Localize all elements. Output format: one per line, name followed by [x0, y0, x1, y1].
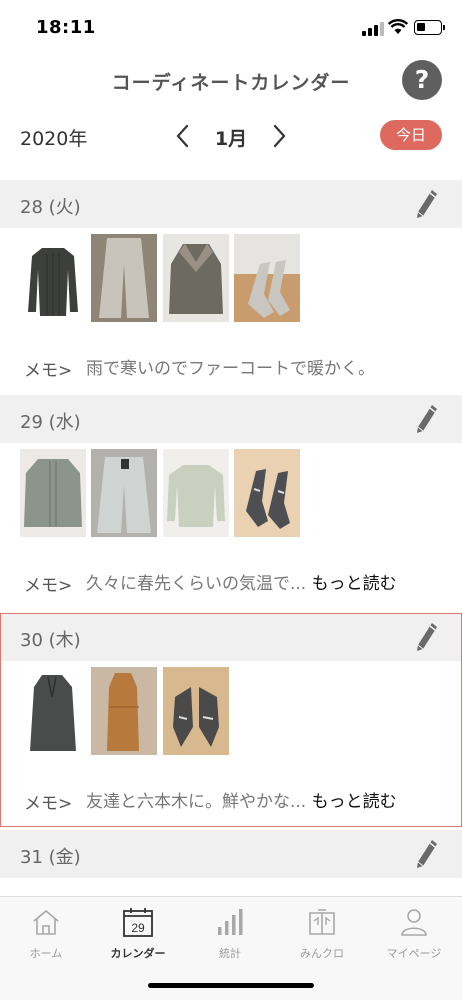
- battery-icon: [414, 20, 445, 35]
- outfit-photo-orange-dress[interactable]: [91, 667, 157, 755]
- home-indicator: [148, 983, 314, 988]
- next-month-button[interactable]: [268, 123, 290, 149]
- help-button[interactable]: ?: [402, 60, 442, 100]
- home-icon: [33, 909, 59, 935]
- outfit-photo-snake-pointed-shoes[interactable]: [163, 667, 229, 755]
- pencil-icon[interactable]: [415, 188, 439, 220]
- outfit-photo-grey-wide-trousers[interactable]: [91, 234, 157, 322]
- memo-text-body: 雨で寒いのでファーコートで暖かく。: [86, 359, 375, 379]
- read-more-link[interactable]: もっと読む: [312, 574, 397, 594]
- status-bar: 18:11: [0, 0, 462, 56]
- tab-stats[interactable]: 統計: [184, 897, 276, 977]
- tab-home[interactable]: ホーム: [0, 897, 92, 977]
- tab-calendar[interactable]: 29 カレンダー: [92, 897, 184, 977]
- memo-text: 友達と六本木に。鮮やかな... もっと読む: [86, 787, 397, 812]
- page-title: コーディネートカレンダー: [111, 72, 351, 94]
- day-header[interactable]: 28 (火): [0, 180, 462, 228]
- bar-chart-icon: [218, 909, 243, 935]
- tab-label: みんクロ: [300, 947, 344, 960]
- memo-text: 雨で寒いのでファーコートで暖かく。: [86, 354, 375, 379]
- day-label: 29 (水): [20, 412, 81, 433]
- memo-label: メモ>: [24, 361, 73, 381]
- closet-icon: [309, 909, 335, 935]
- outfit-photo-long-grey-coat[interactable]: [20, 667, 86, 755]
- memo-label: メモ>: [24, 576, 73, 596]
- calendar-badge: 29: [131, 921, 145, 935]
- pencil-icon[interactable]: [415, 838, 439, 870]
- memo-text: 久々に春先くらいの気温で... もっと読む: [86, 569, 397, 594]
- battery-level: [417, 23, 425, 31]
- memo: メモ> 雨で寒いのでファーコートで暖かく。: [24, 354, 454, 381]
- day-header[interactable]: 31 (金): [0, 830, 462, 878]
- outfit-photo-fur-coat[interactable]: [163, 234, 229, 322]
- day-header[interactable]: 29 (水): [0, 395, 462, 443]
- tab-minkuro[interactable]: みんクロ: [276, 897, 368, 977]
- person-icon: [401, 909, 427, 936]
- day-label: 28 (火): [20, 197, 81, 218]
- read-more-link[interactable]: もっと読む: [312, 792, 397, 812]
- tab-label: マイページ: [386, 947, 442, 960]
- prev-month-button[interactable]: [172, 123, 194, 149]
- calendar-icon: 29: [123, 908, 153, 937]
- outfit-photo-black-ribbed-sweater[interactable]: [20, 234, 86, 322]
- day-label: 30 (木): [20, 630, 81, 651]
- wifi-icon: [388, 19, 408, 34]
- outfit-photo-green-cardigan[interactable]: [20, 449, 86, 537]
- memo-text-body: 友達と六本木に。鮮やかな...: [86, 792, 307, 812]
- tab-label: カレンダー: [110, 947, 166, 960]
- memo: メモ> 友達と六本木に。鮮やかな... もっと読む: [24, 787, 454, 814]
- tab-mypage[interactable]: マイページ: [368, 897, 460, 977]
- month-label: 1月: [214, 128, 248, 150]
- pencil-icon[interactable]: [415, 621, 439, 653]
- memo-text-body: 久々に春先くらいの気温で...: [86, 574, 307, 594]
- outfit-photo-light-wide-pants[interactable]: [91, 449, 157, 537]
- outfit-photo-mint-sweater[interactable]: [163, 449, 229, 537]
- day-label: 31 (金): [20, 847, 81, 868]
- memo: メモ> 久々に春先くらいの気温で... もっと読む: [24, 569, 454, 596]
- year-label: 2020年: [20, 128, 88, 150]
- tab-label: 統計: [219, 947, 241, 960]
- status-time: 18:11: [36, 17, 96, 38]
- pencil-icon[interactable]: [415, 403, 439, 435]
- memo-label: メモ>: [24, 794, 73, 814]
- today-button[interactable]: 今日: [380, 120, 442, 150]
- outfit-photo-snake-pumps[interactable]: [234, 449, 300, 537]
- tab-label: ホーム: [29, 947, 63, 960]
- outfit-photo-grey-pumps[interactable]: [234, 234, 300, 322]
- cellular-signal-icon: [362, 22, 384, 36]
- day-header[interactable]: 30 (木): [0, 613, 462, 661]
